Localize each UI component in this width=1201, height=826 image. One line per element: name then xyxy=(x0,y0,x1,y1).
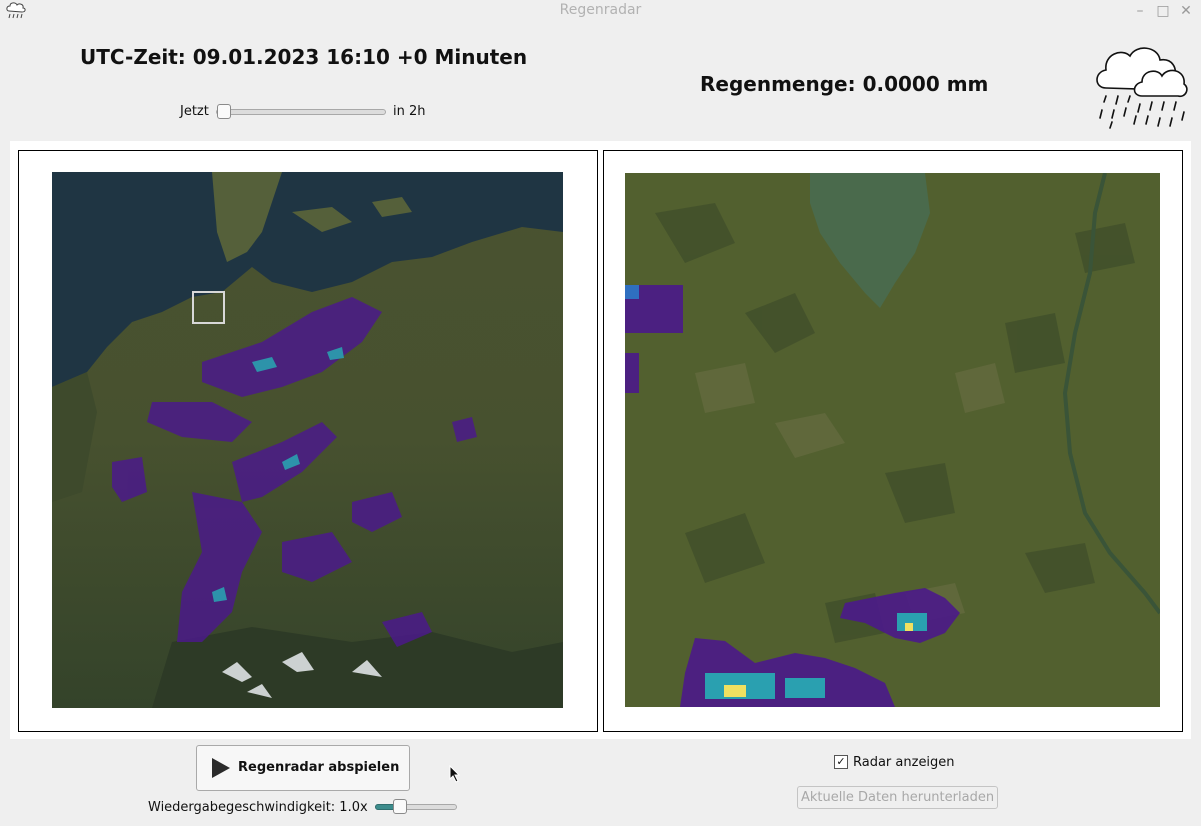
maximize-icon[interactable]: □ xyxy=(1155,3,1171,19)
time-slider[interactable] xyxy=(216,103,386,119)
playback-speed-label: Wiedergabegeschwindigkeit: 1.0x xyxy=(148,800,368,815)
radar-overview-map[interactable] xyxy=(52,172,563,708)
minimize-icon[interactable]: – xyxy=(1132,3,1148,19)
time-slider-groove xyxy=(216,109,386,115)
playback-speed-handle[interactable] xyxy=(393,799,407,814)
window-title: Regenradar xyxy=(559,2,642,18)
radar-detail-map[interactable] xyxy=(625,173,1160,707)
playback-speed-slider[interactable] xyxy=(375,798,457,814)
overview-map-frame xyxy=(18,150,598,732)
play-radar-button[interactable]: Regenradar abspielen xyxy=(196,745,410,791)
title-bar: Regenradar – □ ✕ xyxy=(0,0,1201,22)
detail-map-frame xyxy=(603,150,1183,732)
close-icon[interactable]: ✕ xyxy=(1178,3,1194,19)
map-panel-area xyxy=(10,141,1191,739)
download-data-button[interactable]: Aktuelle Daten herunterladen xyxy=(797,786,998,809)
utc-time-label: UTC-Zeit: 09.01.2023 16:10 +0 Minuten xyxy=(80,45,528,69)
rain-cloud-icon xyxy=(1096,47,1188,129)
time-slider-end-label: in 2h xyxy=(393,104,426,119)
play-radar-button-label: Regenradar abspielen xyxy=(238,760,400,775)
show-radar-label: Radar anzeigen xyxy=(853,755,955,770)
show-radar-checkbox[interactable]: ✓ xyxy=(834,755,848,769)
mouse-cursor-icon xyxy=(449,765,461,783)
play-icon xyxy=(212,758,230,778)
rain-amount-label: Regenmenge: 0.0000 mm xyxy=(700,72,989,96)
time-slider-start-label: Jetzt xyxy=(180,104,209,119)
time-slider-handle[interactable] xyxy=(217,104,231,119)
